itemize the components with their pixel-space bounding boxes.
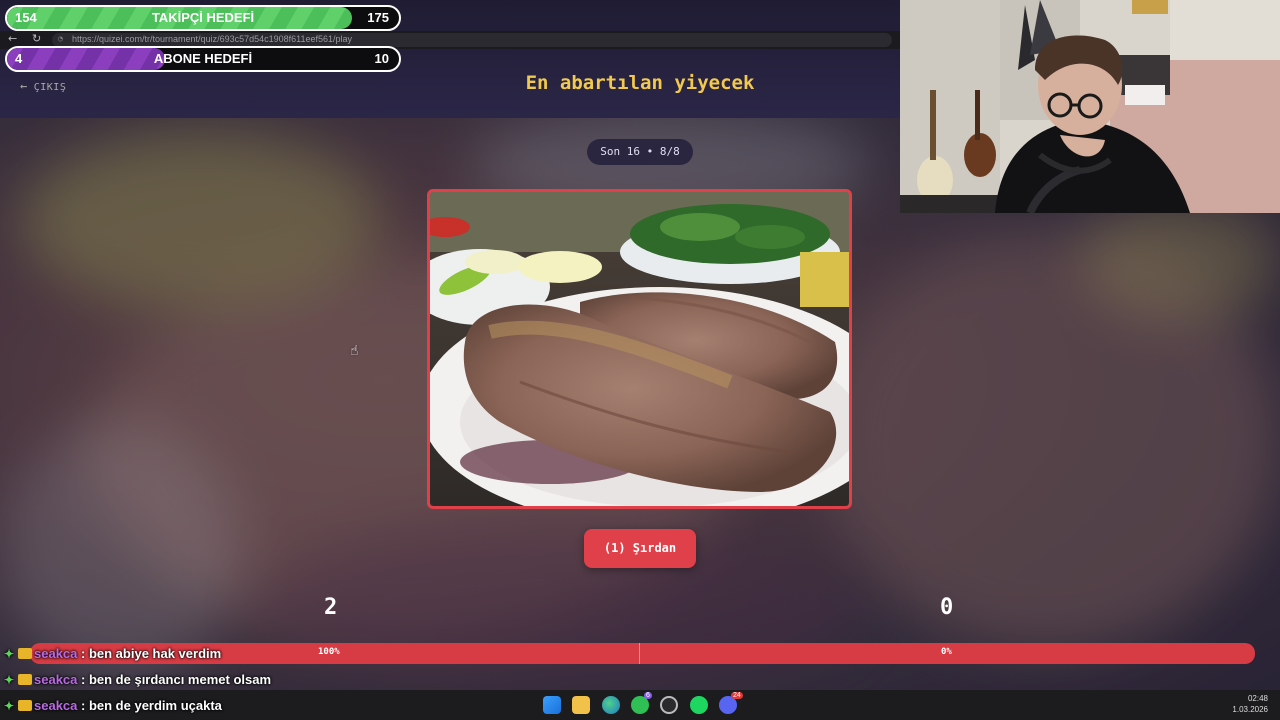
choice-image[interactable] <box>427 189 852 509</box>
chat-username: seakca <box>34 698 78 713</box>
windows-start-icon[interactable] <box>543 696 561 714</box>
spotify-icon[interactable] <box>690 696 708 714</box>
star-badge-icon: ✦ <box>4 647 15 661</box>
arrow-left-icon: ← <box>20 79 28 93</box>
hand-cursor-icon: ☝ <box>350 343 359 359</box>
streamer-webcam-illustration <box>900 0 1280 213</box>
webcam-feed <box>900 0 1280 213</box>
chat-username: seakca <box>34 646 78 661</box>
chat-message: ✦ seakca : ben de şırdancı memet olsam <box>4 672 271 687</box>
followers-goal-title: TAKİPÇİ HEDEFİ <box>151 10 255 25</box>
crown-badge-icon <box>18 700 32 711</box>
crown-badge-icon <box>18 674 32 685</box>
followers-goal-bar: 154 TAKİPÇİ HEDEFİ 175 <box>5 5 401 31</box>
score-right: 0 <box>940 595 954 620</box>
back-arrow-icon[interactable]: ← <box>8 32 17 45</box>
chat-text: : ben de şırdancı memet olsam <box>81 672 272 687</box>
reload-icon[interactable]: ↻ <box>32 32 41 45</box>
clock-date: 1.03.2026 <box>1232 705 1268 714</box>
choice-button[interactable]: (1) Şırdan <box>584 529 696 568</box>
star-badge-icon: ✦ <box>4 673 15 687</box>
discord-badge: 24 <box>731 692 743 699</box>
chat-message: ✦ seakca : ben de yerdim uçakta <box>4 698 222 713</box>
followers-target: 175 <box>367 10 389 25</box>
score-left: 2 <box>324 595 338 620</box>
exit-label: ÇIKIŞ <box>33 82 67 93</box>
subscribers-target: 10 <box>374 51 389 66</box>
chat-message: ✦ seakca : ben abiye hak verdim <box>4 646 221 661</box>
site-info-icon[interactable]: ◔ <box>58 34 63 43</box>
vote-left-percent: 100% <box>318 647 340 657</box>
star-badge-icon: ✦ <box>4 699 15 713</box>
vote-right-percent: 0% <box>941 647 952 657</box>
vote-divider <box>639 643 640 664</box>
chat-text: : ben de yerdim uçakta <box>81 698 222 713</box>
page-title: En abartılan yiyecek <box>525 72 755 94</box>
exit-button[interactable]: ← ÇIKIŞ <box>20 79 66 93</box>
whatsapp-badge: 6 <box>644 692 652 699</box>
edge-browser-icon[interactable] <box>602 696 620 714</box>
crown-badge-icon <box>18 648 32 659</box>
sirdan-dish-illustration <box>430 192 849 506</box>
subscribers-goal-bar: 4 ABONE HEDEFİ 10 <box>5 46 401 72</box>
round-indicator: Son 16 • 8/8 <box>587 139 693 165</box>
url-text: https://quizei.com/tr/tournament/quiz/69… <box>72 34 353 44</box>
subscribers-goal-title: ABONE HEDEFİ <box>153 51 253 66</box>
system-clock[interactable]: 02:48 1.03.2026 <box>1232 693 1268 715</box>
clock-time: 02:48 <box>1247 694 1268 703</box>
chat-username: seakca <box>34 672 78 687</box>
chat-text: : ben abiye hak verdim <box>81 646 222 661</box>
chatgpt-icon[interactable] <box>660 696 678 714</box>
file-explorer-icon[interactable] <box>572 696 590 714</box>
